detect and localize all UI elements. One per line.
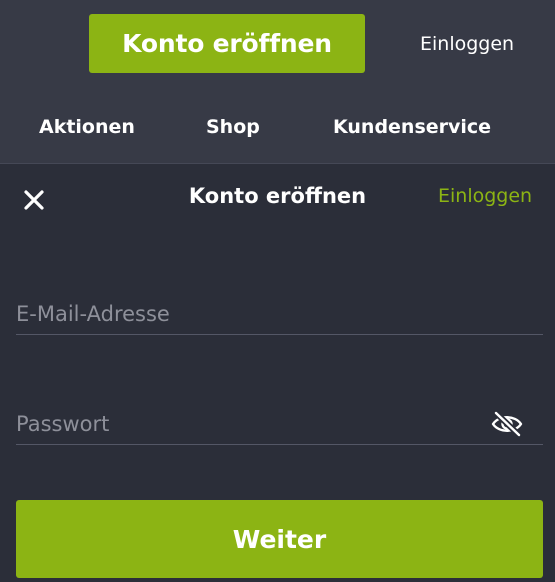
main-nav: Aktionen Shop Kundenservice	[0, 108, 555, 148]
login-link[interactable]: Einloggen	[420, 33, 514, 55]
eye-slash-icon[interactable]	[489, 410, 525, 438]
open-account-button[interactable]: Konto eröffnen	[89, 14, 365, 73]
nav-item-aktionen[interactable]: Aktionen	[39, 116, 135, 138]
registration-modal: Konto eröffnen Einloggen Weiter	[0, 164, 555, 582]
nav-item-kundenservice[interactable]: Kundenservice	[333, 116, 491, 138]
modal-login-link[interactable]: Einloggen	[438, 185, 532, 207]
nav-item-shop[interactable]: Shop	[206, 116, 260, 138]
password-field	[16, 404, 543, 445]
email-field	[16, 294, 543, 335]
top-header: Konto eröffnen Einloggen Aktionen Shop K…	[0, 0, 555, 163]
continue-button[interactable]: Weiter	[16, 500, 543, 578]
email-input[interactable]	[16, 294, 496, 334]
password-input[interactable]	[16, 404, 496, 444]
